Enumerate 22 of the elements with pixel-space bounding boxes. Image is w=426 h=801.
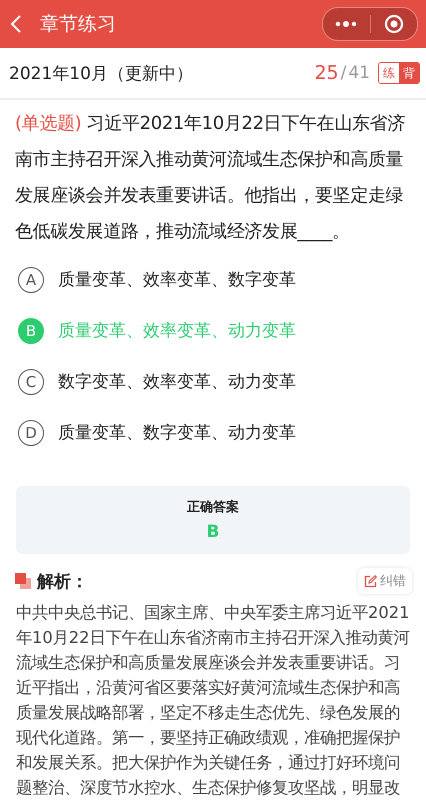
option-text[interactable]: 质量变革、数字变革、动力变革 — [58, 421, 296, 444]
answer-value: B — [206, 522, 220, 542]
option-letter[interactable]: A — [18, 266, 44, 292]
edit-icon — [364, 574, 377, 588]
squares-icon — [15, 573, 31, 589]
analysis-title: 解析： — [37, 570, 89, 592]
current-number: 25 — [314, 62, 339, 84]
option-letter[interactable]: C — [18, 368, 44, 394]
question-text: (单选题) 习近平2021年10月22日下午在山东省济南市主持召开深入推动黄河流域生态保护和高质量发展座谈会并发表重要讲话。他指出，要坚定走绿色低碳发展道路，推动流域经济发展____。 — [14, 112, 406, 244]
mode-tab[interactable]: 背 — [399, 63, 419, 83]
chapter-title: 2021年10月（更新中） — [9, 62, 194, 84]
total-number: 41 — [348, 63, 370, 83]
separator: / — [340, 63, 346, 83]
option-letter[interactable]: D — [18, 420, 44, 446]
option-text[interactable]: 数字变革、效率变革、动力变革 — [58, 370, 296, 393]
answer-label: 正确答案 — [187, 498, 239, 516]
report-error-button[interactable]: 纠错 — [358, 568, 412, 594]
page-title: 章节练习 — [40, 12, 117, 37]
analysis-text: 中共中央总书记、国家主席、中央军委主席习近平2021年10月22日下午在山东省济南市主持召开深入推动黄河流域生态保护和高质量发展座谈会并发表重要讲话。习近平指出，沿黄河省区要落实好黄河流域生态保护和高质量发展战略部署，坚定不移走生态优先、绿色发展的现代化道路。第一，要坚持正确政绩观，准确把握保护和发展关系。把大保护作为关键任务，通过打好环境问题整治、深度节水控水、生态保护修复攻坚战，明显改 — [15, 602, 410, 799]
more-icon[interactable] — [335, 21, 358, 27]
option-text[interactable]: 质量变革、效率变革、数字变革 — [58, 268, 296, 291]
back-icon[interactable] — [10, 14, 22, 34]
